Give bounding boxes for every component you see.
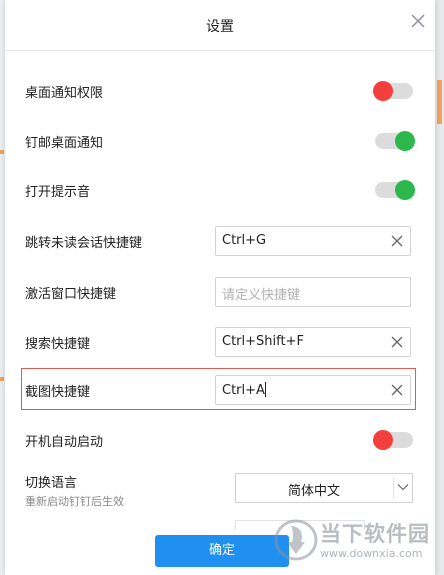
setting-label: 激活窗口快捷键 [25, 287, 117, 302]
setting-row-search-shortcut: 搜索快捷键 Ctrl+Shift+F [5, 324, 435, 360]
shortcut-value-wrapper: Ctrl+A [222, 382, 266, 398]
background-marker [0, 377, 4, 381]
watermark: 当下软件园 www.downxia.com [268, 512, 444, 575]
auto-start-toggle[interactable] [373, 430, 413, 450]
setting-row-notification-sound: 打开提示音 [5, 172, 435, 208]
clear-icon[interactable] [391, 336, 403, 348]
background-marker [0, 150, 4, 154]
select-separator [393, 478, 394, 498]
desktop-notification-permission-toggle[interactable] [373, 81, 413, 101]
screenshot-shortcut-input[interactable]: Ctrl+A [215, 375, 411, 405]
dingmail-notification-toggle[interactable] [375, 131, 415, 151]
settings-dialog: 设置 桌面通知权限 钉邮桌面通知 打开提示音 跳转未读会话快捷键 Ctrl+G … [5, 0, 435, 575]
setting-row-unread-shortcut: 跳转未读会话快捷键 Ctrl+G [5, 223, 435, 259]
watermark-logo-icon [274, 519, 318, 561]
setting-label: 跳转未读会话快捷键 [25, 236, 143, 251]
text-cursor [264, 382, 266, 397]
clear-icon[interactable] [391, 235, 403, 247]
toggle-knob [395, 131, 415, 151]
setting-label: 桌面通知权限 [25, 86, 104, 101]
watermark-url: www.downxia.com [320, 547, 423, 560]
setting-row-dingmail-notification: 钉邮桌面通知 [5, 123, 435, 159]
notification-sound-toggle[interactable] [375, 180, 415, 200]
shortcut-placeholder: 请定义快捷键 [222, 288, 301, 303]
setting-label: 搜索快捷键 [25, 337, 91, 352]
unread-shortcut-input[interactable]: Ctrl+G [215, 226, 411, 256]
close-button[interactable] [407, 10, 429, 32]
setting-row-auto-start: 开机自动启动 [5, 422, 435, 458]
title-divider [5, 50, 435, 51]
shortcut-value: Ctrl+G [222, 233, 267, 248]
toggle-knob [373, 81, 393, 101]
background-marker [437, 80, 442, 124]
setting-row-screenshot-shortcut: 截图快捷键 Ctrl+A [5, 372, 435, 408]
background-window-right-edge [435, 0, 444, 575]
setting-row-desktop-notification-permission: 桌面通知权限 [5, 73, 435, 109]
search-shortcut-input[interactable]: Ctrl+Shift+F [215, 327, 411, 357]
setting-label: 开机自动启动 [25, 435, 104, 450]
dialog-title: 设置 [206, 19, 234, 35]
toggle-knob [373, 430, 393, 450]
toggle-knob [395, 180, 415, 200]
language-select[interactable]: 简体中文 [235, 473, 413, 503]
chevron-down-icon [397, 484, 409, 491]
language-hint: 重新启动钉钉后生效 [25, 495, 124, 508]
shortcut-value: Ctrl+A [222, 383, 265, 398]
setting-row-activate-window-shortcut: 激活窗口快捷键 请定义快捷键 [5, 274, 435, 310]
setting-label: 打开提示音 [25, 185, 91, 200]
language-selected-value: 简体中文 [287, 484, 340, 499]
clear-icon[interactable] [391, 384, 403, 396]
setting-label: 截图快捷键 [25, 385, 91, 400]
setting-label: 钉邮桌面通知 [25, 136, 104, 151]
watermark-title: 当下软件园 [320, 522, 430, 546]
activate-window-shortcut-input[interactable]: 请定义快捷键 [215, 277, 411, 307]
close-icon [411, 14, 425, 28]
setting-label: 切换语言 [25, 476, 78, 491]
shortcut-value: Ctrl+Shift+F [222, 334, 304, 349]
